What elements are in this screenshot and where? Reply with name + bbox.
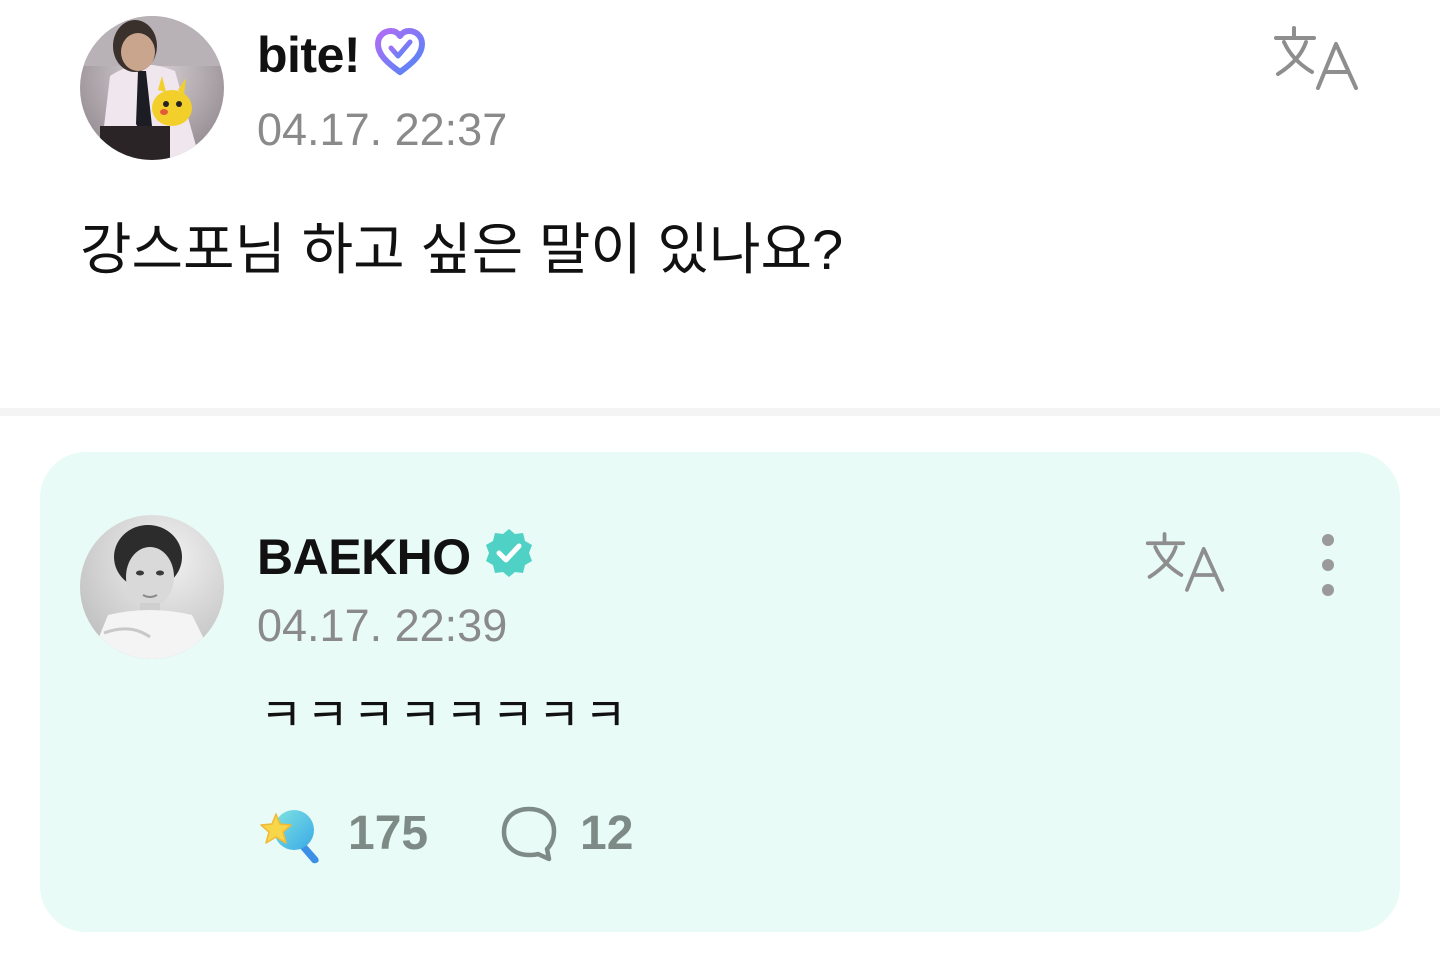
post-author-name[interactable]: bite! bbox=[257, 27, 361, 83]
post-body-text: 강스포님 하고 싶은 말이 있나요? bbox=[80, 218, 844, 281]
reply-author-avatar[interactable] bbox=[80, 515, 224, 659]
reply-author-name[interactable]: BAEKHO bbox=[257, 529, 471, 585]
fan-post: bite! 04.17. 22:37 강스포님 하고 싶은 말이 있나요? bbox=[0, 0, 1440, 408]
reply-body-text: ㅋㅋㅋㅋㅋㅋㅋㅋ bbox=[260, 689, 631, 741]
artist-reply-card: BAEKHO 04.17. 22:39 ㅋㅋㅋㅋㅋㅋㅋㅋ 175 12 bbox=[40, 452, 1400, 932]
translate-button[interactable] bbox=[1144, 528, 1228, 594]
like-count: 175 bbox=[348, 807, 429, 860]
section-divider bbox=[0, 408, 1440, 416]
translate-icon bbox=[1274, 26, 1358, 90]
reply-timestamp: 04.17. 22:39 bbox=[257, 600, 508, 651]
more-options-button[interactable] bbox=[1308, 530, 1348, 602]
verified-badge-icon bbox=[482, 526, 536, 580]
star-lightstick-icon bbox=[260, 810, 319, 864]
more-vertical-icon bbox=[1322, 534, 1334, 546]
like-button[interactable]: 175 bbox=[258, 802, 428, 866]
post-timestamp: 04.17. 22:37 bbox=[257, 104, 508, 155]
translate-icon bbox=[1145, 532, 1225, 592]
comment-count: 12 bbox=[580, 807, 634, 860]
comment-bubble-icon bbox=[501, 806, 557, 862]
purple-heart-badge-icon bbox=[372, 26, 428, 82]
comment-button[interactable]: 12 bbox=[498, 802, 633, 866]
translate-button[interactable] bbox=[1272, 22, 1362, 92]
post-author-avatar[interactable] bbox=[80, 16, 224, 160]
